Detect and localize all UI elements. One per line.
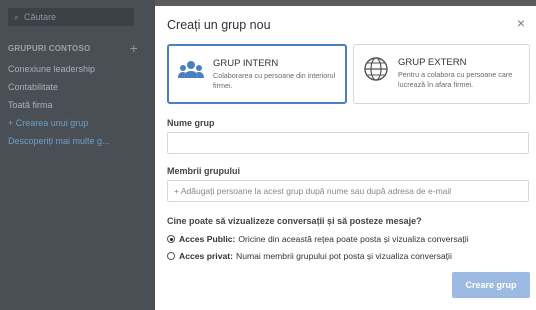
group-list: Conexiune leadership Contabilitate Toată… [8, 60, 153, 150]
globe-icon [364, 57, 388, 81]
private-access-option[interactable]: Acces privat: Numai membrii grupului pot… [167, 251, 452, 261]
members-label: Membrii grupului [167, 166, 240, 176]
add-group-icon[interactable]: + [130, 40, 138, 56]
external-group-title: GRUP EXTERN [398, 57, 467, 68]
internal-group-title: GRUP INTERN [213, 58, 279, 69]
group-name-label: Nume grup [167, 118, 215, 128]
external-group-description: Pentru a colabora cu persoane care lucre… [398, 70, 513, 89]
external-group-card[interactable]: GRUP EXTERN Pentru a colabora cu persoan… [353, 44, 530, 104]
groups-header: GRUPURI CONTOSO + [8, 40, 138, 56]
close-icon[interactable]: × [514, 16, 528, 30]
public-access-option[interactable]: Acces Public: Oricine din această rețea … [167, 234, 469, 244]
sidebar-item-conexiune-leadership[interactable]: Conexiune leadership [8, 60, 153, 78]
internal-group-card[interactable]: GRUP INTERN Colaborarea cu persoane din … [167, 44, 347, 104]
public-access-label: Acces Public: [179, 234, 236, 244]
visibility-question: Cine poate să vizualizeze conversații și… [167, 216, 422, 226]
sidebar-item-create-group[interactable]: + Crearea unui grup [8, 114, 153, 132]
public-access-description: Oricine din această rețea poate posta și… [238, 234, 469, 244]
members-input[interactable]: + Adăugați persoane la acest grup după n… [167, 180, 529, 202]
search-icon: ⌕ [14, 11, 20, 22]
private-access-radio[interactable] [167, 252, 175, 260]
private-access-description: Numai membrii grupului pot posta și vizu… [235, 251, 452, 261]
groups-header-label: GRUPURI CONTOSO [8, 43, 91, 53]
sidebar-item-toata-firma[interactable]: Toată firma [8, 96, 153, 114]
create-group-dialog: Creați un grup nou × GRUP INTERN Colabor… [155, 6, 536, 310]
people-icon [178, 61, 204, 78]
sidebar-item-discover-groups[interactable]: Descoperiți mai multe g... [8, 132, 153, 150]
sidebar: ⌕ Căutare GRUPURI CONTOSO + Conexiune le… [0, 0, 155, 310]
sidebar-item-contabilitate[interactable]: Contabilitate [8, 78, 153, 96]
group-name-input[interactable] [167, 132, 529, 154]
internal-group-description: Colaborarea cu persoane din interiorul f… [213, 71, 336, 90]
private-access-label: Acces privat: [179, 251, 233, 261]
create-group-button[interactable]: Creare grup [452, 272, 530, 298]
search-placeholder: Căutare [24, 12, 57, 22]
dialog-title: Creați un grup nou [167, 18, 271, 32]
public-access-radio[interactable] [167, 235, 175, 243]
search-box[interactable]: ⌕ Căutare [8, 8, 134, 26]
